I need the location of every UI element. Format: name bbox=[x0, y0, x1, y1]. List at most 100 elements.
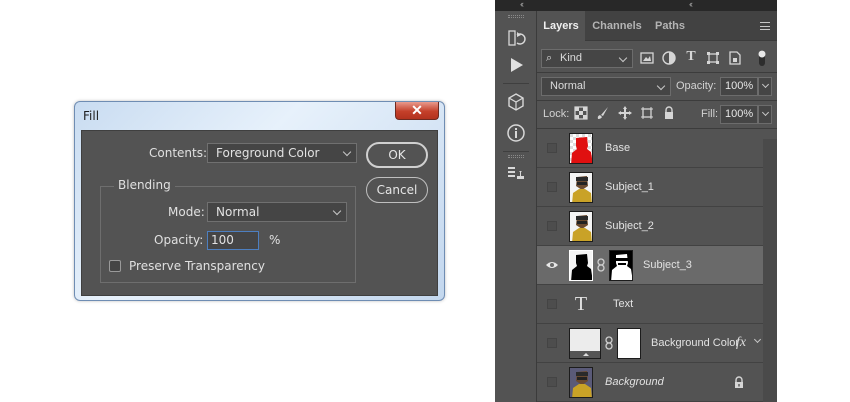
search-icon: ⌕ bbox=[546, 52, 553, 64]
layers-panel: Layers Channels Paths ⌕ Kind T Normal Op… bbox=[537, 11, 777, 402]
layer-row-background-color[interactable]: Background Color fx bbox=[537, 324, 763, 363]
filter-shape-icon[interactable] bbox=[705, 50, 721, 66]
filter-type-icon[interactable]: T bbox=[683, 49, 699, 65]
layers-scrollbar[interactable] bbox=[763, 139, 777, 402]
lock-label: Lock: bbox=[543, 108, 570, 120]
lock-image-pixels-icon[interactable] bbox=[595, 105, 611, 121]
grip-handle[interactable] bbox=[508, 155, 524, 158]
lock-icon bbox=[733, 376, 745, 394]
opacity-input[interactable]: 100 bbox=[207, 231, 259, 250]
layer-mask-thumbnail[interactable] bbox=[617, 328, 641, 359]
blending-title: Blending bbox=[114, 178, 175, 192]
layer-name: Subject_2 bbox=[605, 220, 654, 232]
panel-menu-icon[interactable] bbox=[760, 22, 770, 30]
lock-transparent-pixels-icon[interactable] bbox=[573, 105, 589, 121]
fill-layer-thumbnail bbox=[569, 328, 601, 359]
filter-adjustment-icon[interactable] bbox=[661, 50, 677, 66]
photoshop-panel: ‹‹ ‹‹ Layers Channels Paths ⌕ Kind T Nor… bbox=[495, 0, 777, 402]
dialog-body: Contents: Foreground Color OK Cancel Ble… bbox=[81, 130, 438, 296]
blend-mode-select[interactable]: Normal bbox=[541, 77, 671, 96]
collapse-right-icon[interactable]: ‹‹ bbox=[689, 0, 693, 9]
opacity-label: Opacity: bbox=[154, 233, 204, 247]
visibility-toggle[interactable] bbox=[547, 338, 557, 348]
play-actions-icon[interactable] bbox=[505, 54, 527, 76]
visibility-toggle[interactable] bbox=[547, 143, 557, 153]
layer-thumbnail bbox=[569, 211, 593, 242]
layer-row-base[interactable]: Base bbox=[537, 129, 763, 168]
opacity-dropdown[interactable] bbox=[758, 77, 772, 96]
lock-artboard-icon[interactable] bbox=[639, 105, 655, 121]
grip-handle[interactable] bbox=[508, 15, 524, 18]
clone-source-icon[interactable] bbox=[505, 162, 527, 184]
lock-position-icon[interactable] bbox=[617, 105, 633, 121]
contents-select-value: Foreground Color bbox=[216, 146, 320, 160]
layer-thumbnail bbox=[569, 367, 593, 398]
visibility-toggle[interactable] bbox=[547, 182, 557, 192]
filter-pixel-icon[interactable] bbox=[639, 50, 655, 66]
fill-dialog: Fill ✕ Contents: Foreground Color OK Can… bbox=[74, 101, 445, 301]
layer-opacity-field[interactable]: 100% bbox=[720, 77, 758, 96]
link-icon[interactable] bbox=[605, 336, 613, 353]
filter-kind-label: Kind bbox=[560, 52, 583, 64]
divider bbox=[537, 100, 777, 101]
dialog-title: Fill bbox=[83, 109, 100, 123]
divider bbox=[537, 72, 777, 73]
tab-paths[interactable]: Paths bbox=[649, 11, 691, 41]
chevron-down-icon bbox=[342, 147, 352, 157]
panel-topbar: ‹‹ ‹‹ bbox=[495, 0, 777, 11]
close-button[interactable]: ✕ bbox=[395, 102, 439, 120]
blend-mode-value: Normal bbox=[550, 80, 586, 92]
chevron-down-icon bbox=[753, 335, 762, 344]
contents-select[interactable]: Foreground Color bbox=[207, 143, 357, 163]
mode-select-value: Normal bbox=[216, 205, 260, 219]
chevron-down-icon bbox=[618, 53, 628, 63]
visibility-toggle[interactable] bbox=[547, 377, 557, 387]
filter-kind-select[interactable]: ⌕ Kind bbox=[541, 49, 633, 68]
collapse-left-icon[interactable]: ‹‹ bbox=[520, 0, 524, 9]
divider bbox=[503, 83, 529, 84]
layer-row-subject-1[interactable]: Subject_1 bbox=[537, 168, 763, 207]
expand-effects-toggle[interactable] bbox=[752, 335, 762, 346]
layer-effects-icon[interactable]: fx bbox=[736, 335, 746, 351]
fill-label: Fill: bbox=[701, 108, 719, 120]
opacity-label: Opacity: bbox=[676, 80, 717, 92]
layer-name: Subject_1 bbox=[605, 181, 654, 193]
mode-select[interactable]: Normal bbox=[207, 202, 347, 222]
layer-row-text[interactable]: T Text bbox=[537, 285, 763, 324]
filter-smart-object-icon[interactable] bbox=[727, 50, 743, 66]
ok-button[interactable]: OK bbox=[366, 142, 428, 168]
layer-thumbnail bbox=[569, 250, 593, 281]
link-icon[interactable] bbox=[597, 258, 605, 275]
chevron-down-icon bbox=[332, 206, 342, 216]
opacity-unit: % bbox=[269, 233, 281, 247]
mode-label: Mode: bbox=[168, 205, 205, 219]
3d-icon[interactable] bbox=[505, 91, 527, 113]
info-icon[interactable] bbox=[505, 122, 527, 144]
visibility-toggle[interactable] bbox=[547, 221, 557, 231]
visibility-toggle[interactable] bbox=[547, 299, 557, 309]
filter-toggle-icon[interactable] bbox=[757, 48, 767, 66]
layer-mask-thumbnail[interactable] bbox=[609, 250, 633, 281]
layer-thumbnail bbox=[569, 133, 593, 164]
contents-label: Contents: bbox=[149, 146, 208, 160]
preserve-transparency-checkbox[interactable] bbox=[109, 260, 121, 272]
chevron-down-icon bbox=[656, 81, 666, 91]
tab-channels[interactable]: Channels bbox=[585, 11, 649, 41]
layer-name: Background Color bbox=[651, 337, 740, 349]
fill-dropdown[interactable] bbox=[758, 105, 772, 124]
layer-row-subject-2[interactable]: Subject_2 bbox=[537, 207, 763, 246]
layer-thumbnail bbox=[569, 172, 593, 203]
divider bbox=[503, 151, 529, 152]
tab-layers[interactable]: Layers bbox=[537, 11, 585, 41]
layer-row-background[interactable]: Background bbox=[537, 363, 763, 402]
panel-tabs: Layers Channels Paths bbox=[537, 11, 777, 41]
eye-icon[interactable] bbox=[545, 258, 559, 272]
lock-all-icon[interactable] bbox=[661, 105, 677, 121]
layer-fill-field[interactable]: 100% bbox=[720, 105, 758, 124]
history-icon[interactable] bbox=[505, 27, 527, 49]
layer-name: Subject_3 bbox=[643, 259, 692, 271]
chevron-down-icon bbox=[761, 80, 770, 89]
layer-row-subject-3[interactable]: Subject_3 bbox=[537, 246, 763, 285]
preserve-transparency-label: Preserve Transparency bbox=[129, 259, 265, 273]
cancel-button[interactable]: Cancel bbox=[366, 177, 428, 203]
